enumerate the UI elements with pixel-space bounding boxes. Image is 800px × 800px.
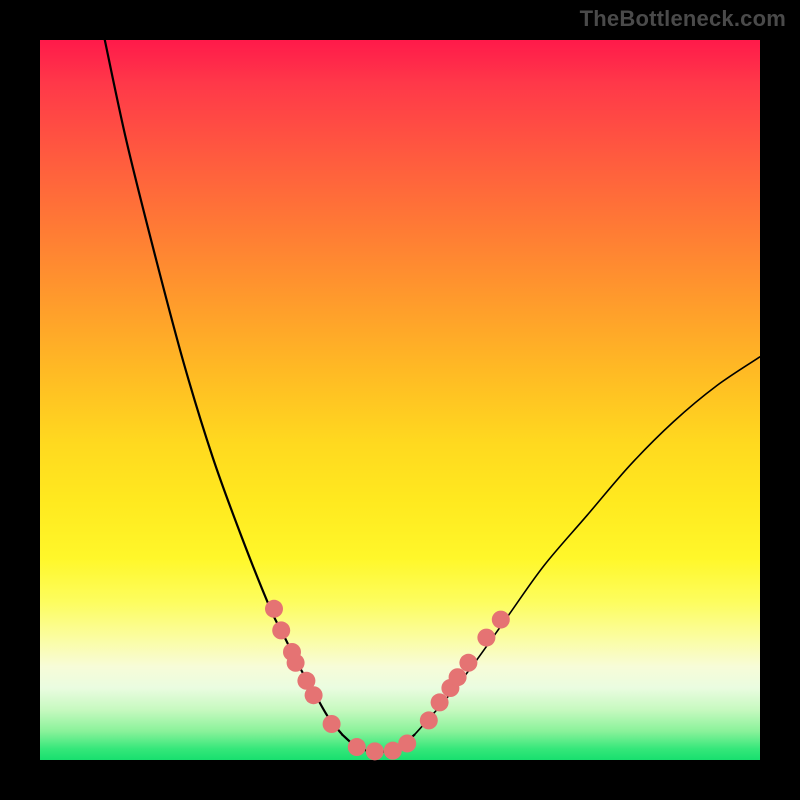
highlight-dot xyxy=(420,711,438,729)
highlight-dot xyxy=(366,742,384,760)
highlight-dot xyxy=(323,715,341,733)
watermark-text: TheBottleneck.com xyxy=(580,6,786,32)
highlight-dot xyxy=(265,600,283,618)
chart-svg xyxy=(40,40,760,760)
highlight-dot xyxy=(398,734,416,752)
curve-left-branch xyxy=(105,40,343,735)
highlight-dot xyxy=(459,654,477,672)
highlight-dot xyxy=(431,693,449,711)
highlight-dot xyxy=(449,668,467,686)
highlight-dot xyxy=(492,611,510,629)
highlight-dot xyxy=(477,629,495,647)
highlight-dot xyxy=(272,621,290,639)
highlight-dot xyxy=(348,738,366,756)
highlight-dots-group xyxy=(265,600,510,761)
chart-frame: TheBottleneck.com xyxy=(0,0,800,800)
highlight-dot xyxy=(287,654,305,672)
highlight-dot xyxy=(305,686,323,704)
plot-area xyxy=(40,40,760,760)
